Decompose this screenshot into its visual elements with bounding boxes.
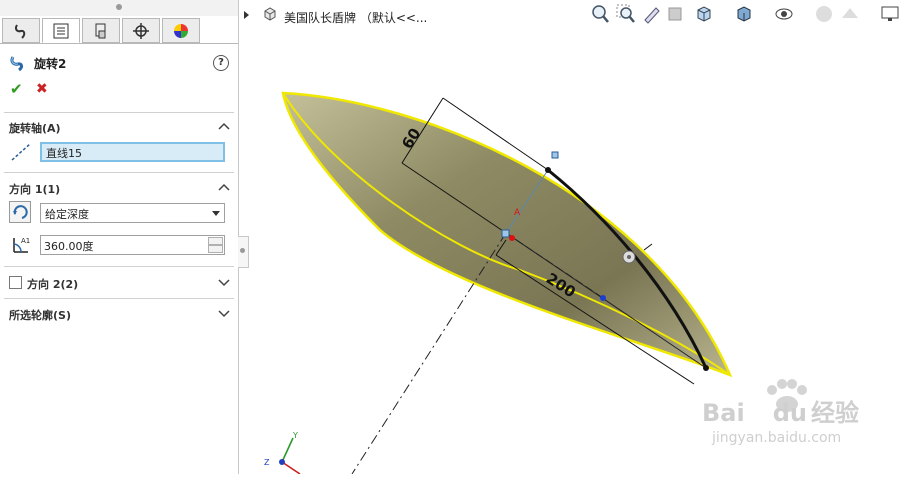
chevron-up-icon[interactable] bbox=[218, 121, 230, 131]
chevron-down-icon[interactable] bbox=[218, 277, 230, 287]
feature-title: 旋转2 bbox=[34, 56, 67, 71]
property-manager-panel: 旋转2 ? ✔ ✖ 旋转轴(A) 直线15 方向 1(1) 给定深度 A1 36… bbox=[0, 0, 239, 474]
configuration-icon bbox=[95, 23, 106, 38]
heads-up-toolbar: 美国队长盾牌 （默认<<... bbox=[244, 0, 918, 30]
origin-marker: A bbox=[514, 208, 521, 218]
view-settings-icon[interactable] bbox=[880, 4, 900, 24]
feature-tree-icon bbox=[14, 23, 26, 39]
zoom-area-icon[interactable] bbox=[616, 4, 636, 24]
watermark-du: du bbox=[772, 399, 807, 427]
axis-section-header[interactable]: 旋转轴(A) bbox=[9, 120, 61, 136]
tab-display-manager[interactable] bbox=[162, 18, 200, 43]
cancel-button[interactable]: ✖ bbox=[36, 81, 48, 97]
triad-y-label: Y bbox=[292, 431, 298, 440]
sketch-point-top bbox=[545, 167, 551, 173]
spin-up-button[interactable] bbox=[208, 237, 223, 245]
direction2-section-header[interactable]: 方向 2(2) bbox=[27, 276, 78, 292]
view-orientation-icon[interactable] bbox=[694, 4, 714, 24]
section-view-icon[interactable] bbox=[666, 4, 686, 24]
help-icon[interactable]: ? bbox=[213, 55, 229, 71]
feature-header: 旋转2 bbox=[8, 53, 66, 73]
revolve-feature-icon bbox=[10, 56, 23, 72]
axis-line-icon bbox=[11, 143, 31, 161]
endpoint-handle-center bbox=[501, 229, 510, 238]
angle-value: 360.00度 bbox=[44, 240, 94, 253]
chevron-down-icon[interactable] bbox=[218, 308, 230, 318]
manager-tabs bbox=[0, 18, 238, 44]
end-condition-value: 给定深度 bbox=[45, 208, 89, 221]
watermark-url: jingyan.baidu.com bbox=[712, 430, 842, 446]
triad-z-label: Z bbox=[264, 458, 270, 467]
dropdown-arrow-icon bbox=[212, 211, 220, 216]
direction1-section-header[interactable]: 方向 1(1) bbox=[9, 181, 60, 197]
previous-view-icon[interactable] bbox=[642, 4, 662, 24]
selected-contours-header[interactable]: 所选轮廓(S) bbox=[9, 307, 71, 323]
svg-text:A1: A1 bbox=[21, 237, 30, 245]
sketch-point-blue bbox=[600, 295, 606, 301]
tab-dimxpert-manager[interactable] bbox=[122, 18, 160, 43]
display-style-icon[interactable] bbox=[734, 4, 754, 24]
triad-z-axis bbox=[279, 459, 285, 465]
apply-scene-icon[interactable] bbox=[840, 4, 860, 24]
panel-grip[interactable] bbox=[0, 0, 238, 16]
hide-show-items-icon[interactable] bbox=[774, 4, 794, 24]
spin-down-button[interactable] bbox=[208, 245, 223, 253]
reverse-direction-icon bbox=[13, 205, 28, 219]
edit-appearance-icon[interactable] bbox=[814, 4, 834, 24]
chevron-up-icon[interactable] bbox=[218, 182, 230, 192]
angle-input[interactable]: 360.00度 bbox=[40, 235, 225, 255]
document-title: 美国队长盾牌 （默认<<... bbox=[284, 11, 428, 25]
axis-selection-field[interactable]: 直线15 bbox=[40, 142, 225, 162]
endpoint-handle-top bbox=[551, 151, 559, 159]
property-list-icon bbox=[53, 23, 69, 38]
watermark-brand: Bai du 经验 bbox=[702, 393, 859, 428]
origin-point bbox=[509, 235, 515, 241]
crosshair-icon bbox=[133, 22, 149, 39]
watermark-bai: Bai bbox=[702, 399, 745, 427]
tab-configuration-manager[interactable] bbox=[82, 18, 120, 43]
part-icon bbox=[264, 7, 276, 21]
tab-property-manager[interactable] bbox=[42, 18, 80, 43]
ok-button[interactable]: ✔ bbox=[10, 80, 23, 98]
panel-collapse-handle[interactable] bbox=[238, 236, 249, 268]
angle-icon: A1 bbox=[13, 237, 30, 253]
reverse-direction-button[interactable] bbox=[9, 201, 31, 223]
sketch-point-bottom bbox=[703, 365, 709, 371]
color-wheel-icon bbox=[174, 23, 188, 38]
direction2-checkbox[interactable] bbox=[9, 276, 22, 289]
tab-feature-manager[interactable] bbox=[2, 18, 40, 43]
zoom-to-fit-icon[interactable] bbox=[590, 4, 610, 24]
watermark-jingyan: 经验 bbox=[810, 399, 859, 427]
end-condition-select[interactable]: 给定深度 bbox=[40, 203, 225, 223]
expand-tree-arrow-icon[interactable] bbox=[244, 11, 249, 19]
